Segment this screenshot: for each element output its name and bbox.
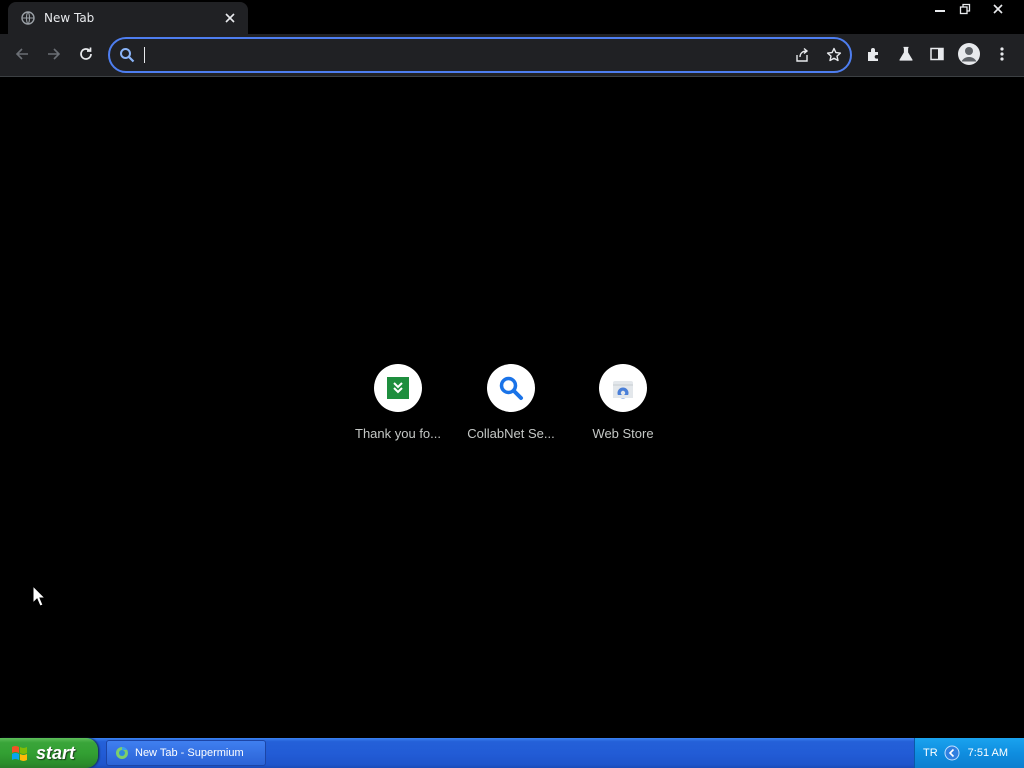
start-label: start: [36, 742, 76, 763]
new-tab-page: Thank you fo... CollabNet Se... Web Stor…: [0, 77, 1024, 738]
windows-logo-icon: [12, 746, 27, 761]
globe-icon: [20, 10, 36, 26]
taskbar-item-browser[interactable]: New Tab - Supermium: [106, 740, 266, 766]
avatar-icon: [958, 43, 980, 65]
profile-button[interactable]: [955, 40, 983, 68]
puzzle-icon: [868, 48, 878, 61]
forward-button[interactable]: [40, 40, 68, 68]
kebab-menu-icon: [1000, 47, 1004, 61]
reload-icon: [80, 47, 92, 60]
tray-chevron-icon[interactable]: [944, 745, 960, 761]
toolbar: [0, 34, 1024, 77]
shortcut-label: CollabNet Se...: [467, 426, 555, 441]
shortcut-icon-circle: [374, 364, 422, 412]
tab-new-tab[interactable]: New Tab: [8, 2, 248, 34]
shortcut-label: Web Store: [592, 426, 654, 441]
web-store-icon: [613, 381, 633, 399]
address-input[interactable]: [145, 41, 786, 69]
shortcut-icon-circle: [487, 364, 535, 412]
minimize-button[interactable]: [928, 0, 952, 18]
browser-icon: [116, 747, 128, 759]
star-icon[interactable]: [818, 39, 850, 71]
shortcut-tile[interactable]: Thank you fo...: [342, 360, 454, 460]
shortcut-tile[interactable]: CollabNet Se...: [455, 360, 567, 460]
back-button[interactable]: [8, 40, 36, 68]
taskbar: start New Tab - Supermium TR 7:51 AM: [0, 738, 1024, 768]
minimize-icon: [935, 10, 945, 12]
omnibox[interactable]: [108, 37, 852, 73]
reload-button[interactable]: [72, 40, 100, 68]
blue-search-icon: [499, 376, 523, 400]
side-panel-button[interactable]: [923, 40, 951, 68]
labs-button[interactable]: [892, 40, 920, 68]
shortcut-icon-circle: [599, 364, 647, 412]
language-indicator[interactable]: TR: [923, 747, 938, 759]
system-tray: TR 7:51 AM: [914, 738, 1024, 768]
flask-icon: [899, 46, 913, 61]
tab-strip: New Tab: [0, 0, 1024, 34]
shortcut-label: Thank you fo...: [355, 426, 441, 441]
window-close-button[interactable]: [978, 0, 1018, 18]
search-icon: [110, 47, 144, 63]
clock: 7:51 AM: [967, 747, 1009, 759]
share-icon[interactable]: [786, 39, 818, 71]
restore-icon: [959, 3, 971, 15]
green-download-icon: [387, 377, 409, 399]
menu-button[interactable]: [988, 40, 1016, 68]
mouse-cursor-icon: [32, 585, 46, 607]
tab-close-icon[interactable]: [222, 10, 238, 26]
extensions-button[interactable]: [860, 40, 888, 68]
start-button[interactable]: start: [0, 738, 98, 768]
shortcut-tile[interactable]: Web Store: [567, 360, 679, 460]
back-arrow-icon: [15, 48, 28, 60]
forward-arrow-icon: [48, 48, 61, 60]
close-icon: [993, 4, 1003, 14]
side-panel-icon: [930, 47, 944, 61]
tab-title: New Tab: [44, 11, 95, 25]
restore-button[interactable]: [954, 0, 976, 18]
screen: New Tab Thank you fo... CollabNet Se... …: [0, 0, 1024, 768]
taskbar-item-label: New Tab - Supermium: [135, 747, 244, 759]
